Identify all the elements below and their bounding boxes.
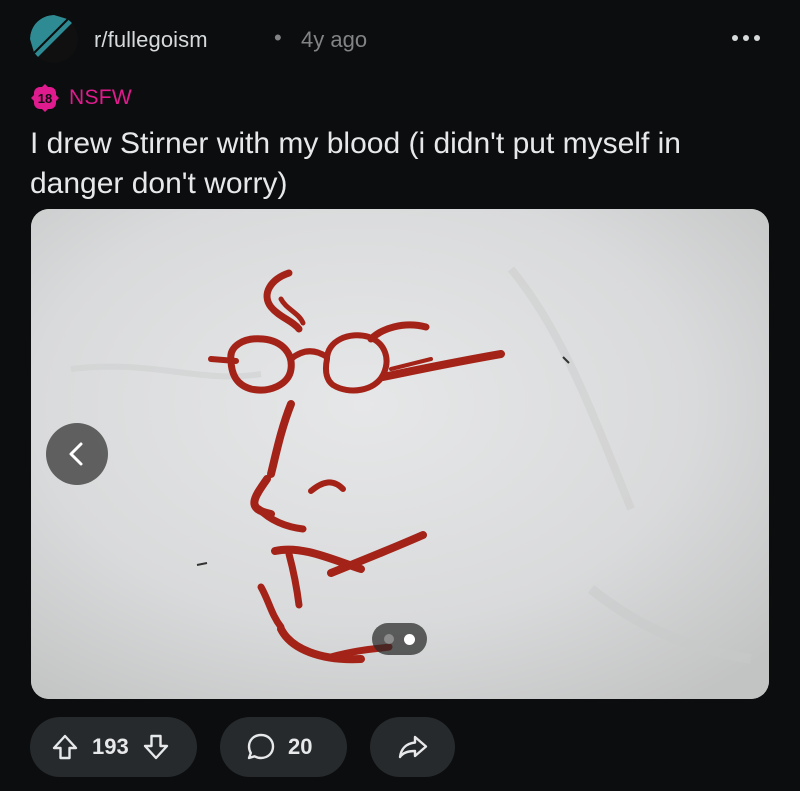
comment-count: 20 xyxy=(288,734,313,759)
share-arrow-icon xyxy=(397,734,429,760)
score-count: 193 xyxy=(92,734,129,759)
post-image[interactable] xyxy=(31,209,769,699)
nsfw-label: NSFW xyxy=(69,86,133,109)
pager-dot-active xyxy=(404,633,415,645)
arrow-up-icon xyxy=(52,734,78,760)
subreddit-name[interactable]: r/fullegoism xyxy=(94,27,208,53)
post-header: r/fullegoism • 4y ago xyxy=(30,15,770,63)
post-title[interactable]: I drew Stirner with my blood (i didn't p… xyxy=(30,124,775,204)
pager-dot xyxy=(384,634,394,644)
post-card: r/fullegoism • 4y ago 18 NSFW I drew Sti… xyxy=(0,0,800,791)
svg-text:18: 18 xyxy=(38,91,52,106)
previous-image-button[interactable] xyxy=(46,423,108,485)
gallery-pager xyxy=(372,623,427,655)
comment-bubble-icon xyxy=(246,732,276,762)
more-options-icon[interactable] xyxy=(728,21,764,55)
post-age: 4y ago xyxy=(301,27,368,52)
downvote-button[interactable] xyxy=(143,733,169,761)
separator-dot: • xyxy=(274,25,282,50)
chevron-left-icon xyxy=(69,442,83,466)
nsfw-tag: 18 NSFW xyxy=(30,83,132,113)
share-button[interactable] xyxy=(370,717,455,777)
vote-bar: 193 xyxy=(30,717,197,777)
arrow-down-icon xyxy=(143,734,168,760)
comments-button[interactable]: 20 xyxy=(220,717,347,777)
nsfw-18-icon: 18 xyxy=(30,83,60,113)
subreddit-avatar[interactable] xyxy=(30,15,78,63)
upvote-button[interactable] xyxy=(52,733,78,761)
